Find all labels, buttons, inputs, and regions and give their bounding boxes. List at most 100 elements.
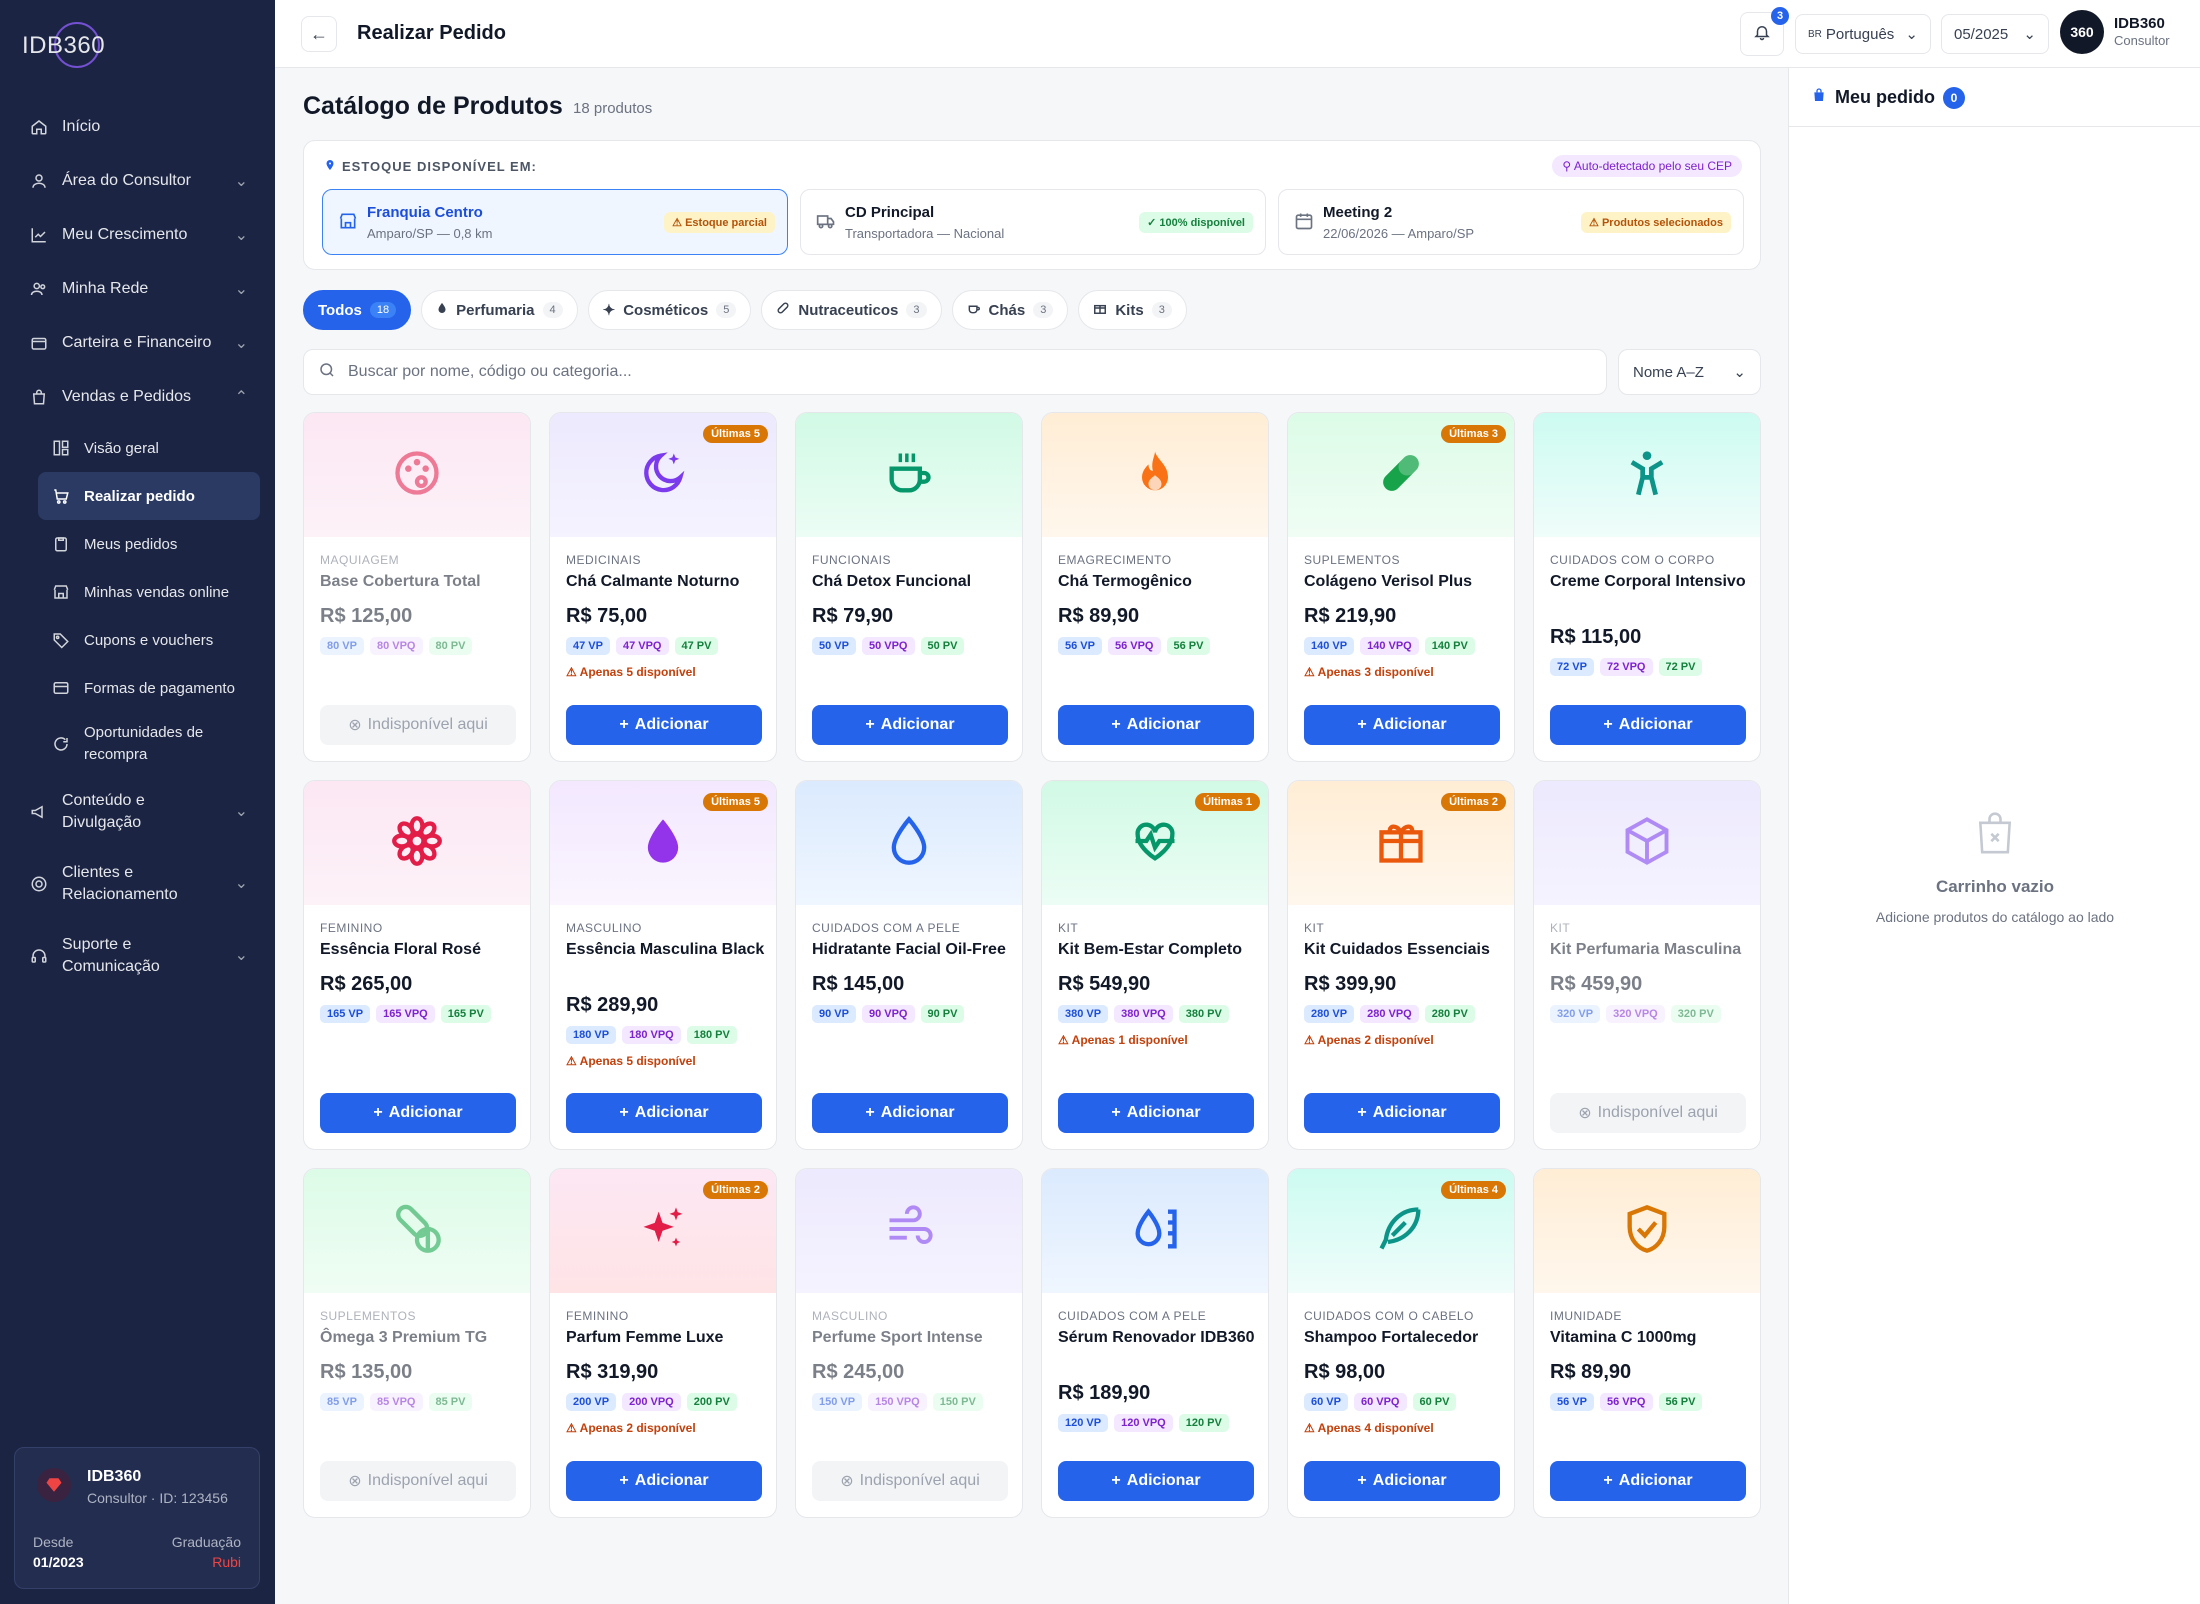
unavailable-button[interactable]: ⊗ Indisponível aqui — [812, 1461, 1008, 1501]
category-tabs: Todos 18 Perfumaria 4 ✦ Cosméticos 5 Nutrac… — [303, 290, 1187, 330]
unavailable-button[interactable]: ⊗ Indisponível aqui — [1550, 1093, 1746, 1133]
user-menu[interactable]: 360 IDB360 Consultor — [2060, 10, 2170, 54]
add-to-cart-button[interactable]: + Adicionar — [566, 705, 762, 745]
product-image[interactable] — [304, 1169, 530, 1293]
product-image[interactable] — [1534, 781, 1760, 905]
sidebar-item-recompra[interactable]: Oportunidades de recompra — [38, 712, 260, 776]
sidebar-item-vendas[interactable]: Vendas e Pedidos ⌃ — [16, 370, 260, 424]
vpq-badge: 90 VPQ — [861, 1005, 915, 1023]
add-to-cart-button[interactable]: + Adicionar — [1304, 1461, 1500, 1501]
product-image[interactable]: Últimas 5 — [550, 413, 776, 537]
location-option[interactable]: CD Principal Transportadora — Nacional ✓… — [800, 189, 1266, 255]
tab-perfumaria[interactable]: Perfumaria 4 — [421, 290, 578, 330]
tab-cosmeticos[interactable]: ✦ Cosméticos 5 — [587, 290, 752, 330]
add-to-cart-button[interactable]: + Adicionar — [566, 1461, 762, 1501]
product-image[interactable]: Últimas 2 — [550, 1169, 776, 1293]
add-to-cart-button[interactable]: + Adicionar — [1304, 1093, 1500, 1133]
tab-chas[interactable]: Chás 3 — [951, 290, 1069, 330]
product-image[interactable]: Últimas 4 — [1288, 1169, 1514, 1293]
pill-icon — [1375, 447, 1427, 504]
sidebar-item-vendas-online[interactable]: Minhas vendas online — [38, 568, 260, 616]
search-icon — [318, 361, 336, 384]
sidebar-item-meus-pedidos[interactable]: Meus pedidos — [38, 520, 260, 568]
add-to-cart-button[interactable]: + Adicionar — [812, 705, 1008, 745]
sidebar-item-conteudo[interactable]: Conteúdo e Divulgação ⌄ — [16, 776, 260, 848]
sidebar-item-rede[interactable]: Minha Rede ⌄ — [16, 262, 260, 316]
sidebar-item-area-consultor[interactable]: Área do Consultor ⌄ — [16, 154, 260, 208]
catalog-title: Catálogo de Produtos — [303, 92, 563, 120]
product-card: KIT Kit Perfumaria Masculina R$ 459,90 320 … — [1533, 780, 1761, 1150]
product-price: R$ 399,90 — [1304, 973, 1397, 995]
plus-icon: + — [865, 716, 875, 733]
add-to-cart-button[interactable]: + Adicionar — [320, 1093, 516, 1133]
product-category: MASCULINO — [566, 921, 642, 935]
unavailable-button[interactable]: ⊗ Indisponível aqui — [320, 1461, 516, 1501]
chevron-down-icon: ⌄ — [1905, 26, 1918, 43]
product-price: R$ 98,00 — [1304, 1361, 1386, 1383]
location-option[interactable]: Franquia Centro Amparo/SP — 0,8 km ⚠ Est… — [322, 189, 788, 255]
add-to-cart-button[interactable]: + Adicionar — [566, 1093, 762, 1133]
sidebar-item-pagamento[interactable]: Formas de pagamento — [38, 664, 260, 712]
shopping-bag-icon — [28, 386, 50, 408]
vpq-badge: 140 VPQ — [1360, 637, 1419, 655]
product-image[interactable] — [1534, 1169, 1760, 1293]
sidebar-item-carteira[interactable]: Carteira e Financeiro ⌄ — [16, 316, 260, 370]
period-select[interactable]: 05/2025 ⌄ — [1941, 14, 2049, 54]
product-image[interactable]: Últimas 3 — [1288, 413, 1514, 537]
profile-card[interactable]: IDB360 Consultor · ID: 123456 Desde 01/2… — [14, 1447, 260, 1589]
tab-nutraceuticos[interactable]: Nutraceuticos 3 — [761, 290, 942, 330]
product-category: SUPLEMENTOS — [320, 1309, 416, 1323]
sort-select[interactable]: Nome A–Z ⌄ — [1618, 349, 1761, 395]
product-price: R$ 459,90 — [1550, 973, 1643, 995]
product-name: Colágeno Verisol Plus — [1304, 573, 1473, 590]
cart-icon — [50, 485, 72, 507]
product-image[interactable] — [796, 1169, 1022, 1293]
tab-kits[interactable]: Kits 3 — [1078, 290, 1187, 330]
stock-badge: Últimas 2 — [1441, 793, 1506, 811]
product-image[interactable] — [304, 413, 530, 537]
product-image[interactable]: Últimas 1 — [1042, 781, 1268, 905]
product-card: Últimas 5 MEDICINAIS Chá Calmante Noturno R… — [549, 412, 777, 762]
product-image[interactable] — [304, 781, 530, 905]
sidebar-item-crescimento[interactable]: Meu Crescimento ⌄ — [16, 208, 260, 262]
vpq-badge: 200 VPQ — [622, 1393, 681, 1411]
search-input[interactable] — [348, 363, 1548, 381]
chevron-down-icon: ⌄ — [234, 227, 248, 244]
product-image[interactable] — [796, 413, 1022, 537]
add-to-cart-button[interactable]: + Adicionar — [1550, 1461, 1746, 1501]
product-image[interactable] — [1042, 1169, 1268, 1293]
logo[interactable]: IDB360 — [22, 22, 105, 70]
sidebar-item-suporte[interactable]: Suporte e Comunicação ⌄ — [16, 920, 260, 992]
tab-todos[interactable]: Todos 18 — [303, 290, 412, 330]
product-image[interactable] — [1042, 413, 1268, 537]
sidebar-item-inicio[interactable]: Início — [16, 100, 260, 154]
sidebar-item-visao-geral[interactable]: Visão geral — [38, 424, 260, 472]
sidebar-item-realizar-pedido[interactable]: Realizar pedido — [38, 472, 260, 520]
vpq-badge: 180 VPQ — [622, 1026, 681, 1044]
auto-detect-badge: ⚲ Auto-detectado pelo seu CEP — [1552, 155, 1742, 177]
sidebar-item-clientes[interactable]: Clientes e Relacionamento ⌄ — [16, 848, 260, 920]
product-image[interactable] — [796, 781, 1022, 905]
product-image[interactable]: Últimas 5 — [550, 781, 776, 905]
unavailable-button[interactable]: ⊗ Indisponível aqui — [320, 705, 516, 745]
add-to-cart-button[interactable]: + Adicionar — [1550, 705, 1746, 745]
sidebar-item-cupons[interactable]: Cupons e vouchers — [38, 616, 260, 664]
add-to-cart-button[interactable]: + Adicionar — [1058, 1461, 1254, 1501]
product-image[interactable] — [1534, 413, 1760, 537]
product-category: KIT — [1058, 921, 1079, 935]
page-title: Realizar Pedido — [357, 22, 506, 44]
notifications-button[interactable]: 3 — [1740, 7, 1789, 56]
add-to-cart-button[interactable]: + Adicionar — [1058, 705, 1254, 745]
flame-icon — [1129, 447, 1181, 504]
add-to-cart-button[interactable]: + Adicionar — [812, 1093, 1008, 1133]
stock-badge: Últimas 4 — [1441, 1181, 1506, 1199]
product-image[interactable]: Últimas 2 — [1288, 781, 1514, 905]
language-select[interactable]: BR Português ⌄ — [1795, 14, 1931, 54]
location-option[interactable]: Meeting 2 22/06/2026 — Amparo/SP ⚠ Produ… — [1278, 189, 1744, 255]
add-to-cart-button[interactable]: + Adicionar — [1058, 1093, 1254, 1133]
points-pills: 60 VP 60 VPQ 60 PV — [1304, 1393, 1457, 1411]
add-to-cart-button[interactable]: + Adicionar — [1304, 705, 1500, 745]
status-badge: ⚠ Estoque parcial — [664, 212, 775, 233]
vpq-badge: 50 VPQ — [861, 637, 915, 655]
back-button[interactable]: ← — [301, 16, 337, 52]
